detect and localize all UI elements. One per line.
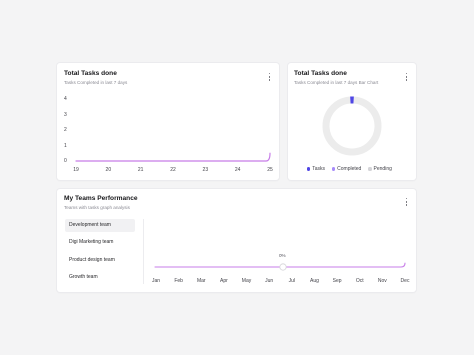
series-line: [75, 152, 271, 162]
hover-point: [279, 263, 287, 271]
donut-chart: [322, 96, 382, 156]
legend-item-tasks: Tasks: [307, 166, 325, 172]
legend-item-completed: Completed: [331, 166, 361, 172]
line-chart: [75, 152, 271, 162]
donut-track: [322, 96, 382, 156]
legend-item-pending: Pending: [368, 166, 392, 172]
tasks-donut-card: Total Tasks done Tasks Completed in last…: [288, 63, 416, 180]
performance-line-chart: [154, 262, 406, 271]
teams-performance-card: My Teams Performance Teams with tasks gr…: [57, 189, 416, 292]
chart-legend: Tasks Completed Pending: [307, 166, 399, 172]
tooltip-value: 0%: [279, 253, 286, 258]
tasks-line-card: Total Tasks done Tasks Completed in last…: [57, 63, 279, 180]
